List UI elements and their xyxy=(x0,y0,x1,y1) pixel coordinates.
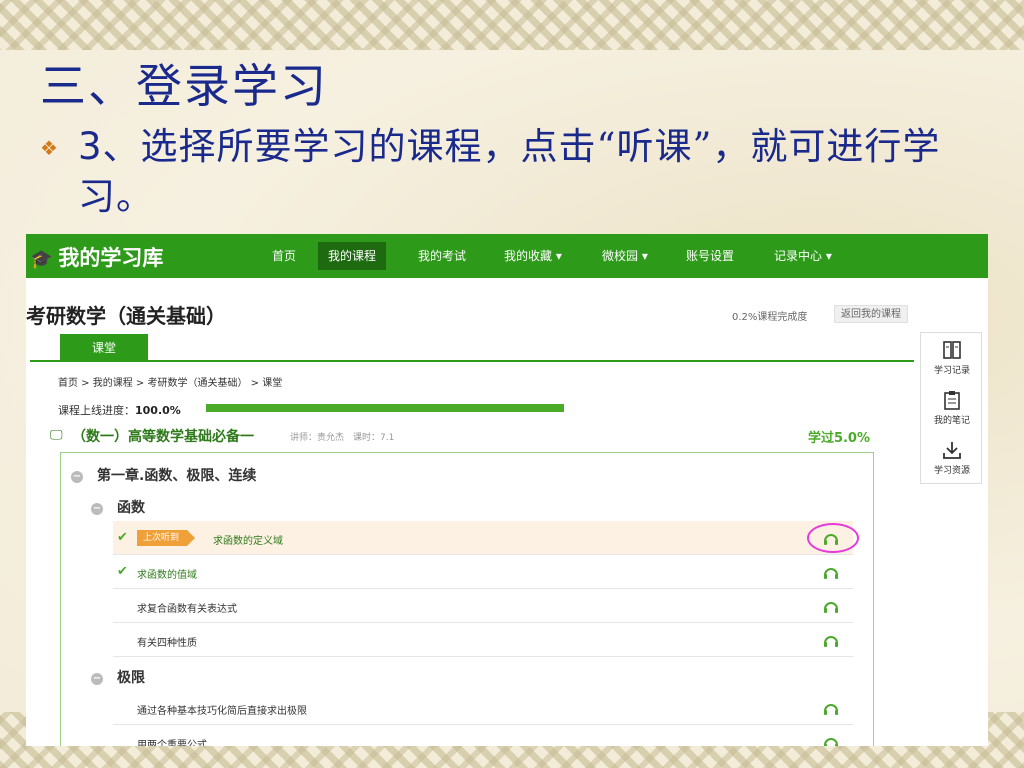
section-title[interactable]: − 函数 xyxy=(91,497,145,517)
classroom-panel: 课堂 首页 > 我的课程 > 考研数学（通关基础） > 课堂 课程上线进度：10… xyxy=(30,334,914,746)
lesson-title[interactable]: 用两个重要公式 xyxy=(137,736,207,746)
headphones-icon[interactable] xyxy=(823,633,839,647)
bullet-diamond-icon: ❖ xyxy=(40,136,58,160)
online-progress-value: 100.0% xyxy=(135,404,181,417)
online-progress-fill xyxy=(206,404,564,412)
lesson-row[interactable]: ✔ 上次听到 求函数的定义域 xyxy=(113,521,859,555)
collapse-icon[interactable]: − xyxy=(71,471,83,483)
course-completion: 0.2%课程完成度 xyxy=(732,312,808,323)
nav-record-center[interactable]: 记录中心 ▾ xyxy=(764,242,842,270)
online-progress-bar xyxy=(206,404,564,412)
chapter-title-text: 第一章.函数、极限、连续 xyxy=(97,468,257,484)
lesson-title[interactable]: 求复合函数有关表达式 xyxy=(137,600,237,615)
bullet-number: 3 xyxy=(78,125,103,168)
highlight-circle xyxy=(807,523,859,553)
tab-bar: 课堂 xyxy=(30,334,914,362)
tab-classroom[interactable]: 课堂 xyxy=(60,334,148,362)
collapse-icon[interactable]: − xyxy=(91,673,103,685)
download-icon xyxy=(941,439,963,461)
chapter-title[interactable]: − 第一章.函数、极限、连续 xyxy=(71,465,256,485)
check-icon: ✔ xyxy=(117,530,128,545)
nav-micro-campus[interactable]: 微校园 ▾ xyxy=(592,242,658,270)
site-logo[interactable]: 🎓 我的学习库 xyxy=(30,242,163,272)
course-page-title: 考研数学（通关基础） xyxy=(26,304,226,328)
nav-my-exams[interactable]: 我的考试 xyxy=(408,242,476,270)
last-listened-tag: 上次听到 xyxy=(137,530,196,546)
study-record-button[interactable]: 学习记录 xyxy=(921,333,983,383)
section-title-text: 函数 xyxy=(117,500,145,516)
clipboard-icon xyxy=(941,389,963,411)
nav-my-favorites[interactable]: 我的收藏 ▾ xyxy=(494,242,572,270)
lesson-row[interactable]: 通过各种基本技巧化简后直接求出极限 xyxy=(113,691,853,725)
nav-account-settings[interactable]: 账号设置 xyxy=(676,242,744,270)
monitor-icon: 🖵 xyxy=(50,428,63,443)
online-progress-label: 课程上线进度：100.0% xyxy=(58,402,181,418)
my-notes-label: 我的笔记 xyxy=(933,416,970,426)
course-name[interactable]: （数一）高等数学基础必备一 xyxy=(72,426,254,446)
lesson-title[interactable]: 通过各种基本技巧化简后直接求出极限 xyxy=(137,702,307,717)
online-progress-caption: 课程上线进度： xyxy=(58,404,135,417)
course-row[interactable]: 🖵 （数一）高等数学基础必备一 讲师：贵允杰 课时：7.1 学过5.0% xyxy=(50,426,870,448)
site-logo-text: 我的学习库 xyxy=(58,246,164,270)
nav-home[interactable]: 首页 xyxy=(262,242,306,270)
back-to-courses-button[interactable]: 返回我的课程 xyxy=(834,305,908,323)
lesson-row[interactable]: ✔ 求函数的值域 xyxy=(113,555,853,589)
lesson-row[interactable]: 用两个重要公式 xyxy=(113,725,853,746)
section-title-text: 极限 xyxy=(117,670,145,686)
headphones-icon[interactable] xyxy=(823,701,839,715)
bullet-body: 、选择所要学习的课程，点击“听课”，就可进行学习。 xyxy=(78,125,941,218)
headphones-icon[interactable] xyxy=(823,735,839,746)
top-navbar: 🎓 我的学习库 首页 我的课程 我的考试 我的收藏 ▾ 微校园 ▾ 账号设置 记录… xyxy=(26,234,988,278)
lesson-title[interactable]: 求函数的值域 xyxy=(137,566,197,581)
breadcrumb: 首页 > 我的课程 > 考研数学（通关基础） > 课堂 xyxy=(58,378,283,389)
record-icon xyxy=(941,339,963,361)
study-resources-button[interactable]: 学习资源 xyxy=(921,433,983,483)
section-title[interactable]: − 极限 xyxy=(91,667,145,687)
headphones-icon[interactable] xyxy=(823,565,839,579)
study-resources-label: 学习资源 xyxy=(933,466,970,476)
course-learned-rate: 学过5.0% xyxy=(807,431,870,446)
study-record-label: 学习记录 xyxy=(933,366,970,376)
lesson-row[interactable]: 求复合函数有关表达式 xyxy=(113,589,853,623)
right-toolbar: 学习记录 我的笔记 学习资源 xyxy=(920,332,982,484)
nav-my-courses[interactable]: 我的课程 xyxy=(318,242,387,270)
check-icon: ✔ xyxy=(117,564,128,579)
lesson-title[interactable]: 求函数的定义域 xyxy=(213,532,283,547)
lesson-row[interactable]: 有关四种性质 xyxy=(113,623,853,657)
chapter-box: − 第一章.函数、极限、连续 − 函数 ✔ 上次听到 求函数的定义域 ✔ 求函数的值… xyxy=(60,452,874,746)
lesson-title[interactable]: 有关四种性质 xyxy=(137,634,197,649)
bullet-text: 3、选择所要学习的课程，点击“听课”，就可进行学习。 xyxy=(78,122,978,222)
app-screenshot: 🎓 我的学习库 首页 我的课程 我的考试 我的收藏 ▾ 微校园 ▾ 账号设置 记录… xyxy=(26,234,988,746)
slide-title: 三、登录学习 xyxy=(40,59,328,113)
collapse-icon[interactable]: − xyxy=(91,503,103,515)
graduation-cap-icon: 🎓 xyxy=(30,249,53,270)
course-meta: 讲师：贵允杰 课时：7.1 xyxy=(290,433,395,443)
my-notes-button[interactable]: 我的笔记 xyxy=(921,383,983,433)
headphones-icon[interactable] xyxy=(823,599,839,613)
